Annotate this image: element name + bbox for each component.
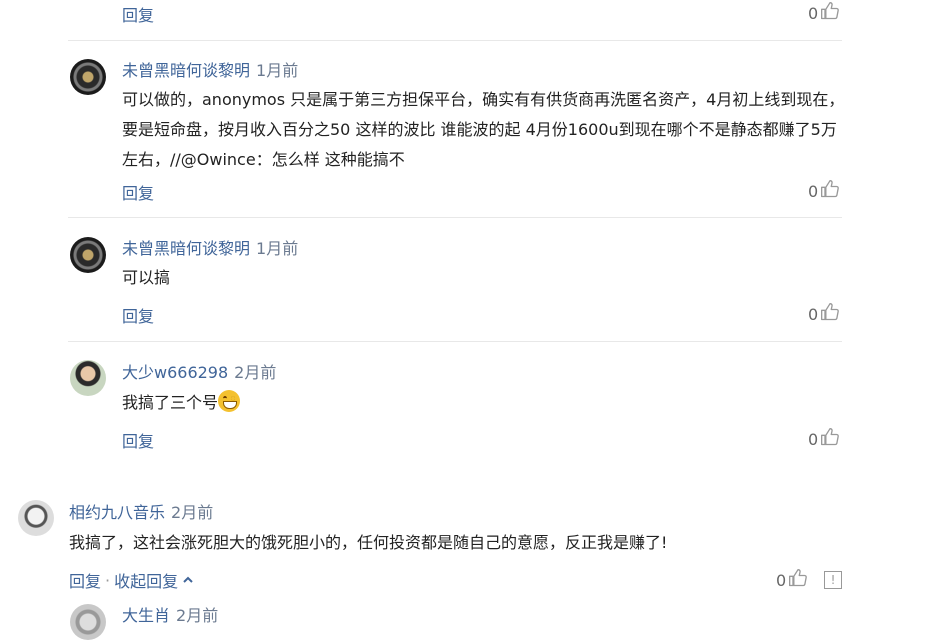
comment-time: 2月前 [171, 503, 214, 522]
comment-time: 1月前 [256, 239, 299, 258]
comment-text: 可以做的，anonymos 只是属于第三方担保平台，确实有有供货商再洗匿名资产，… [122, 90, 845, 169]
comment-author[interactable]: 大生肖 2月前 [122, 602, 218, 626]
thumbs-up-icon [820, 1, 840, 25]
avatar[interactable] [18, 500, 54, 536]
comment-text-row: 我搞了三个号 [122, 388, 822, 418]
comment-time: 1月前 [256, 61, 299, 80]
thumbs-up-icon [820, 302, 840, 326]
separator: · [105, 570, 111, 590]
divider [68, 40, 842, 41]
avatar[interactable] [70, 59, 106, 95]
avatar[interactable] [70, 360, 106, 396]
divider [68, 341, 842, 342]
avatar[interactable] [70, 604, 106, 640]
like-count: 0 [808, 181, 819, 201]
author-name[interactable]: 未曾黑暗何谈黎明 [122, 239, 250, 258]
like-button[interactable]: 0 [808, 179, 840, 203]
chevron-up-icon[interactable] [182, 571, 194, 590]
comment-time: 2月前 [234, 363, 277, 382]
comment-author[interactable]: 相约九八音乐 2月前 [69, 499, 213, 523]
thumbs-up-icon [820, 179, 840, 203]
author-name[interactable]: 大少w666298 [122, 363, 228, 382]
reply-button[interactable]: 回复 [122, 180, 154, 204]
comment-time: 2月前 [176, 606, 219, 625]
thumbs-up-icon [788, 568, 808, 592]
comment-author[interactable]: 大少w666298 2月前 [122, 359, 276, 383]
like-button[interactable]: 0 [808, 1, 840, 25]
thumbs-up-icon [820, 427, 840, 451]
comment-text: 我搞了三个号 [122, 393, 219, 412]
author-name[interactable]: 大生肖 [122, 606, 170, 625]
reply-actions: 回复 · 收起回复 [69, 568, 194, 592]
author-name[interactable]: 未曾黑暗何谈黎明 [122, 61, 250, 80]
collapse-replies-button[interactable]: 收起回复 [114, 568, 178, 592]
like-button[interactable]: 0 [776, 568, 808, 592]
report-icon[interactable]: ! [824, 571, 842, 589]
divider [68, 217, 842, 218]
like-count: 0 [808, 304, 819, 324]
like-count: 0 [776, 570, 787, 590]
reply-button[interactable]: 回复 [122, 2, 154, 26]
reply-button[interactable]: 回复 [122, 428, 154, 452]
reply-button[interactable]: 回复 [69, 568, 101, 592]
like-button[interactable]: 0 [808, 302, 840, 326]
comment-author[interactable]: 未曾黑暗何谈黎明 1月前 [122, 235, 298, 259]
like-button[interactable]: 0 [808, 427, 840, 451]
like-count: 0 [808, 429, 819, 449]
author-name[interactable]: 相约九八音乐 [69, 503, 165, 522]
comment-text: 我搞了，这社会涨死胆大的饿死胆小的，任何投资都是随自己的意愿，反正我是赚了! [69, 533, 668, 552]
like-count: 0 [808, 3, 819, 23]
reply-button[interactable]: 回复 [122, 303, 154, 327]
grinning-face-emoji-icon [218, 390, 241, 412]
avatar[interactable] [70, 237, 106, 273]
comment-text: 可以搞 [122, 268, 171, 287]
comment-author[interactable]: 未曾黑暗何谈黎明 1月前 [122, 57, 298, 81]
